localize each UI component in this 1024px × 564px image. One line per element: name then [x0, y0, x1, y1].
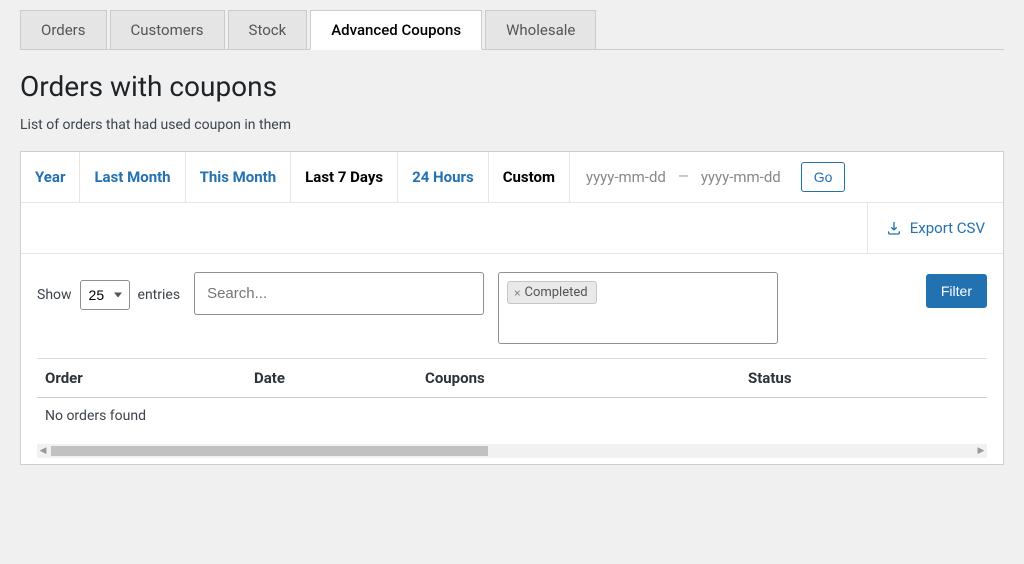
export-row: Export CSV [21, 203, 1003, 254]
col-date[interactable]: Date [246, 359, 417, 398]
status-filter-box[interactable]: × Completed [498, 272, 778, 344]
date-from-input[interactable]: yyyy-mm-dd [582, 162, 670, 192]
tab-wholesale[interactable]: Wholesale [485, 10, 596, 49]
status-tag-label: Completed [524, 285, 587, 300]
search-input[interactable] [194, 272, 484, 315]
remove-tag-icon[interactable]: × [514, 286, 520, 300]
go-button[interactable]: Go [801, 162, 846, 192]
date-range-tabs: Year Last Month This Month Last 7 Days 2… [21, 152, 1003, 203]
tab-customers[interactable]: Customers [110, 10, 225, 49]
status-tag-completed: × Completed [507, 281, 597, 304]
date-tab-last-month[interactable]: Last Month [80, 152, 185, 202]
table-row: No orders found [37, 398, 987, 435]
date-tab-last-7-days[interactable]: Last 7 Days [291, 152, 398, 202]
entries-select[interactable]: 25 [80, 280, 130, 310]
horizontal-scrollbar[interactable]: ◀ ▶ [37, 444, 987, 458]
export-csv-link[interactable]: Export CSV [867, 203, 1003, 253]
empty-message: No orders found [37, 398, 987, 435]
top-tabs: Orders Customers Stock Advanced Coupons … [20, 10, 1004, 50]
scroll-right-icon[interactable]: ▶ [975, 444, 987, 458]
col-order[interactable]: Order [37, 359, 246, 398]
date-to-input[interactable]: yyyy-mm-dd [697, 162, 785, 192]
page-subtitle: List of orders that had used coupon in t… [20, 117, 1004, 133]
entries-label: entries [138, 287, 181, 303]
date-tab-this-month[interactable]: This Month [186, 152, 292, 202]
report-card: Year Last Month This Month Last 7 Days 2… [20, 151, 1004, 465]
download-icon [886, 220, 902, 236]
filter-row: Show 25 entries × Completed Filter [21, 254, 1003, 358]
tab-orders[interactable]: Orders [20, 10, 107, 49]
date-tab-24-hours[interactable]: 24 Hours [398, 152, 489, 202]
export-csv-label: Export CSV [910, 219, 985, 237]
orders-table: Order Date Coupons Status No orders foun… [37, 358, 987, 434]
filter-button[interactable]: Filter [926, 274, 987, 308]
date-tab-custom-label: Custom [489, 152, 570, 202]
tab-stock[interactable]: Stock [228, 10, 308, 49]
show-label: Show [37, 287, 72, 303]
date-tab-year[interactable]: Year [21, 152, 80, 202]
tab-advanced-coupons[interactable]: Advanced Coupons [310, 10, 482, 50]
page-title: Orders with coupons [20, 70, 1004, 103]
scroll-thumb[interactable] [51, 446, 488, 456]
col-coupons[interactable]: Coupons [417, 359, 740, 398]
col-status[interactable]: Status [740, 359, 987, 398]
date-range-dash: — [678, 169, 689, 185]
scroll-left-icon[interactable]: ◀ [37, 444, 49, 458]
